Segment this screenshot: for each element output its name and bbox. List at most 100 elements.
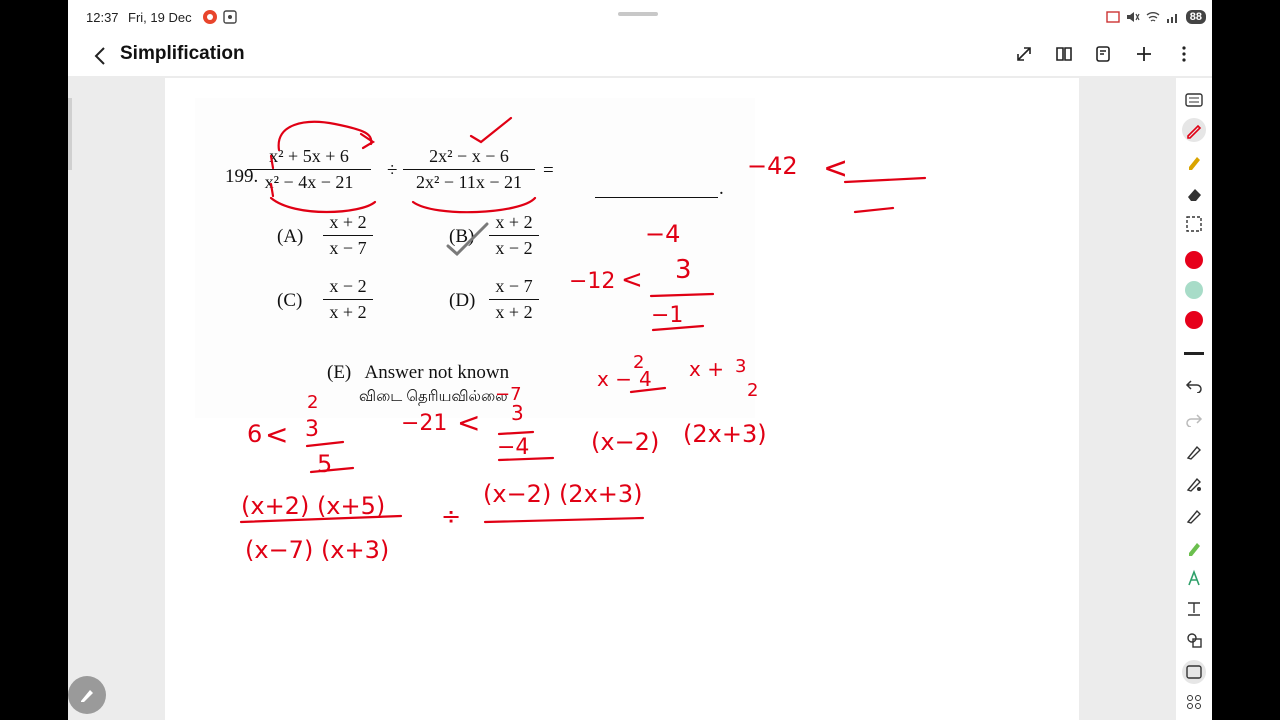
- more-menu-button[interactable]: [1172, 42, 1196, 66]
- ink-n4: −4: [645, 220, 680, 248]
- ink-underline-right: [411, 196, 537, 214]
- marker-button[interactable]: [1182, 536, 1206, 560]
- cast-icon: [1106, 11, 1120, 23]
- ink-bracket-num: [277, 120, 373, 152]
- note-page[interactable]: 199. x² + 5x + 6 x² − 4x − 21 ÷ 2x² − x …: [165, 78, 1079, 720]
- ink-n1: −1: [651, 303, 683, 328]
- ink-n42: −42: [747, 152, 798, 180]
- keyboard-button[interactable]: [1182, 88, 1206, 112]
- window-handle[interactable]: [618, 12, 658, 16]
- handwriting-layer[interactable]: −42 < −4 −12 < 3 −1 2 x − 4 x + 3 2 6 < …: [165, 78, 1079, 720]
- more-tools-button[interactable]: [1182, 690, 1206, 714]
- signal-icon: [1166, 14, 1177, 23]
- pen-tool-button[interactable]: [1182, 118, 1206, 142]
- more-vert-icon: [1182, 46, 1186, 62]
- pen-icon: [1187, 124, 1202, 139]
- image-button[interactable]: [1182, 660, 1206, 684]
- status-time: 12:37: [86, 10, 119, 25]
- ink-factor-2: (2x+3): [683, 420, 767, 448]
- pen-toolbar: [1176, 78, 1212, 720]
- ink-divide: ÷: [441, 502, 461, 530]
- text-color-button[interactable]: [1182, 566, 1206, 590]
- text-box-icon: [1188, 602, 1200, 616]
- stroke-width-icon: [1184, 352, 1204, 355]
- ink-fraction-bar-right: [483, 516, 645, 524]
- ink-lt-1: <: [823, 151, 848, 186]
- app-bar: Simplification: [68, 36, 1212, 76]
- lasso-button[interactable]: [1182, 212, 1206, 236]
- ink-rhs-numerator: (x−2) (2x+3): [483, 480, 643, 508]
- shapes-button[interactable]: [1182, 628, 1206, 652]
- top-toolbar: [1012, 42, 1196, 66]
- expand-button[interactable]: [1012, 42, 1036, 66]
- pencil-icon: [1186, 509, 1201, 524]
- status-bar: 12:37 Fri, 19 Dec 88: [68, 0, 1212, 36]
- text-box-button[interactable]: [1182, 596, 1206, 620]
- image-icon: [1186, 665, 1202, 679]
- ink-bar-1: [269, 154, 275, 170]
- shape-pen-button[interactable]: [1182, 440, 1206, 464]
- book-view-button[interactable]: [1052, 42, 1076, 66]
- side-panel-tab[interactable]: [68, 98, 72, 170]
- notes-button[interactable]: [1092, 42, 1116, 66]
- ink-two-c: 2: [747, 380, 758, 401]
- redo-button[interactable]: [1182, 408, 1206, 432]
- undo-icon: [1185, 380, 1202, 393]
- screenshot-icon: [223, 10, 237, 24]
- ink-line-12-a: [649, 292, 715, 298]
- text-a-icon: [1188, 569, 1200, 586]
- color-mint[interactable]: [1182, 278, 1206, 302]
- pencil-button[interactable]: [1182, 504, 1206, 528]
- color-swatch-mint: [1185, 281, 1203, 299]
- ink-four-struck: 4: [639, 367, 652, 391]
- color-red-2[interactable]: [1182, 308, 1206, 332]
- ink-lt-3: <: [265, 418, 288, 451]
- note-search-icon: [1096, 46, 1110, 62]
- ink-underline-left: [269, 196, 377, 214]
- floating-pen-button[interactable]: [68, 676, 106, 714]
- ink-line-42-a: [843, 176, 927, 184]
- plus-icon: [1137, 47, 1151, 61]
- status-system-icons: 88: [1106, 10, 1206, 24]
- chrome-icon: [203, 10, 217, 24]
- ink-bar-2: [269, 182, 275, 198]
- shape-pen-icon: [1186, 445, 1201, 460]
- ink-check-mark: [446, 222, 489, 257]
- color-swatch-red-2: [1185, 311, 1203, 329]
- pen-style-icon: [1186, 477, 1201, 492]
- eraser-button[interactable]: [1182, 182, 1206, 206]
- stroke-width-button[interactable]: [1182, 342, 1206, 366]
- pencil-fab-icon: [81, 690, 93, 702]
- keyboard-icon: [1185, 93, 1203, 107]
- highlighter-button[interactable]: [1182, 150, 1206, 174]
- ink-x-plus: x +: [689, 357, 724, 381]
- ink-six: 6: [247, 420, 262, 448]
- grid-icon: [1187, 695, 1201, 709]
- undo-button[interactable]: [1182, 374, 1206, 398]
- page-title: Simplification: [120, 43, 245, 64]
- lasso-select-icon: [1186, 216, 1202, 232]
- wifi-icon: [1146, 12, 1160, 22]
- ink-big-numerator: (x+2) (x+5): [241, 492, 385, 520]
- ink-line-42-b: [853, 206, 895, 214]
- ink-line-21: [497, 430, 535, 436]
- ink-n21: −21: [401, 411, 447, 436]
- status-app-icons: [202, 9, 238, 25]
- ink-n4b: −4: [497, 435, 529, 460]
- pen-style-button[interactable]: [1182, 472, 1206, 496]
- ink-two-a: 2: [307, 392, 318, 413]
- color-red-1[interactable]: [1182, 248, 1206, 272]
- book-icon: [1056, 47, 1072, 61]
- status-date: Fri, 19 Dec: [128, 10, 192, 25]
- highlighter-icon: [1189, 157, 1200, 170]
- ink-three-b: 3: [511, 401, 524, 425]
- marker-icon: [1189, 543, 1200, 556]
- mute-icon: [1126, 12, 1140, 22]
- add-button[interactable]: [1132, 42, 1156, 66]
- ink-n12: −12: [569, 269, 615, 294]
- back-arrow-icon[interactable]: [90, 42, 112, 70]
- ink-x-minus: x −: [597, 367, 632, 391]
- ink-three-c: 3: [735, 356, 746, 377]
- ink-lt-2: <: [621, 265, 643, 295]
- ink-line-6: [305, 440, 345, 448]
